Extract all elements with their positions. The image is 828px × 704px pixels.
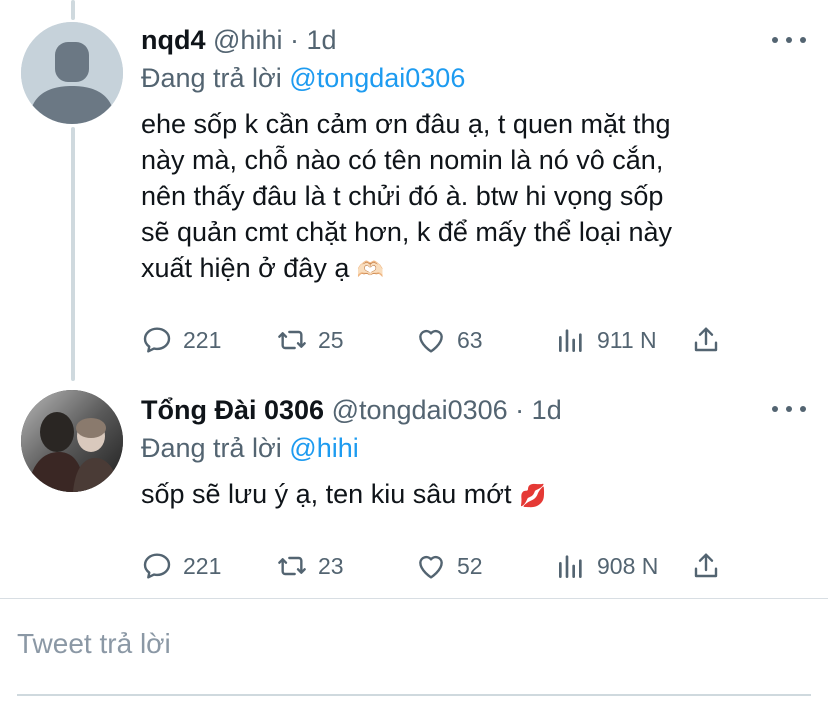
like-count: 52 bbox=[457, 552, 483, 579]
tweet-thread: nqd4 @hihi · 1d Đang trả lời @tongdai030… bbox=[0, 0, 828, 704]
views-button[interactable]: 908 N bbox=[555, 546, 658, 586]
retweet-icon bbox=[278, 330, 306, 350]
separator-dot: · bbox=[515, 395, 525, 425]
tweet[interactable]: Tổng Đài 0306 @tongdai0306 · 1d Đang trả… bbox=[0, 380, 828, 598]
tweet-text-line: sẽ quản cmt chặt hơn, k để mấy thể loại … bbox=[141, 217, 672, 247]
avatar[interactable] bbox=[21, 22, 123, 124]
thread-connector bbox=[71, 127, 75, 381]
retweet-button[interactable]: 25 bbox=[276, 320, 344, 360]
reply-count: 221 bbox=[183, 552, 222, 579]
replying-to: Đang trả lời @hihi bbox=[141, 432, 808, 464]
reply-count: 221 bbox=[183, 326, 222, 353]
handle[interactable]: @tongdai0306 bbox=[332, 395, 508, 425]
reply-button[interactable]: 221 bbox=[141, 546, 221, 586]
views-icon bbox=[559, 329, 582, 352]
like-button[interactable]: 52 bbox=[415, 546, 483, 586]
reply-icon bbox=[143, 327, 171, 353]
like-icon bbox=[419, 555, 443, 579]
reply-input[interactable]: Tweet trả lời bbox=[17, 628, 171, 660]
mention-link[interactable]: @hihi bbox=[289, 433, 358, 463]
views-button[interactable]: 911 N bbox=[555, 320, 657, 360]
more-icon[interactable] bbox=[772, 403, 806, 415]
retweet-button[interactable]: 23 bbox=[276, 546, 344, 586]
reply-input-underline bbox=[17, 694, 811, 696]
retweet-icon bbox=[278, 556, 306, 576]
like-icon bbox=[419, 329, 443, 353]
timestamp[interactable]: 1d bbox=[307, 25, 337, 55]
tweet-content: nqd4 @hihi · 1d Đang trả lời @tongdai030… bbox=[141, 24, 808, 288]
tweet-content: Tổng Đài 0306 @tongdai0306 · 1d Đang trả… bbox=[141, 394, 808, 514]
mention-link[interactable]: @tongdai0306 bbox=[289, 63, 465, 93]
like-button[interactable]: 63 bbox=[415, 320, 483, 360]
heart-hands-emoji: 🫶🏻 bbox=[356, 256, 385, 282]
replying-to-label: Đang trả lời bbox=[141, 433, 282, 463]
tweet-header: nqd4 @hihi · 1d bbox=[141, 24, 808, 56]
tweet-header: Tổng Đài 0306 @tongdai0306 · 1d bbox=[141, 394, 808, 426]
retweet-count: 25 bbox=[318, 326, 344, 353]
separator-dot: · bbox=[289, 25, 299, 55]
handle[interactable]: @hihi bbox=[213, 25, 282, 55]
tweet-text-fragment: xuất hiện ở đây ạ bbox=[141, 253, 350, 283]
display-name[interactable]: nqd4 bbox=[141, 25, 206, 55]
tweet-text-fragment: sốp sẽ lưu ý ạ, ten kiu sâu mớt bbox=[141, 479, 512, 509]
like-count: 63 bbox=[457, 326, 483, 353]
reply-button[interactable]: 221 bbox=[141, 320, 221, 360]
views-icon bbox=[559, 555, 582, 578]
share-button[interactable] bbox=[690, 546, 722, 586]
tweet-text-line: này mà, chỗ nào có tên nomin là nó vô cắ… bbox=[141, 145, 664, 175]
views-count: 911 N bbox=[597, 326, 657, 353]
tweet-text-line: sốp sẽ lưu ý ạ, ten kiu sâu mớt 💋 bbox=[141, 476, 808, 514]
share-icon bbox=[694, 327, 718, 352]
replying-to-label: Đang trả lời bbox=[141, 63, 282, 93]
more-icon[interactable] bbox=[772, 34, 806, 46]
avatar[interactable] bbox=[21, 390, 123, 492]
timestamp[interactable]: 1d bbox=[532, 395, 562, 425]
tweet[interactable]: nqd4 @hihi · 1d Đang trả lời @tongdai030… bbox=[0, 0, 828, 380]
tweet-actions: 221 25 63 911 N bbox=[141, 320, 741, 360]
retweet-count: 23 bbox=[318, 552, 344, 579]
share-icon bbox=[694, 553, 718, 578]
tweet-text-line: xuất hiện ở đây ạ 🫶🏻 bbox=[141, 250, 808, 288]
tweet-text-line: ehe sốp k cần cảm ơn đâu ạ, t quen mặt t… bbox=[141, 109, 671, 139]
views-count: 908 N bbox=[597, 552, 659, 579]
kiss-mark-emoji: 💋 bbox=[518, 482, 547, 508]
tweet-actions: 221 23 52 908 N bbox=[141, 546, 741, 586]
tweet-text: ehe sốp k cần cảm ơn đâu ạ, t quen mặt t… bbox=[141, 106, 808, 288]
photo-avatar-icon bbox=[21, 390, 123, 492]
share-button[interactable] bbox=[690, 320, 722, 360]
replying-to: Đang trả lời @tongdai0306 bbox=[141, 62, 808, 94]
tweet-text-line: nên thấy đâu là t chửi đó à. btw hi vọng… bbox=[141, 181, 664, 211]
default-avatar-icon bbox=[21, 22, 123, 124]
divider bbox=[0, 598, 828, 599]
tweet-text: sốp sẽ lưu ý ạ, ten kiu sâu mớt 💋 bbox=[141, 476, 808, 514]
display-name[interactable]: Tổng Đài 0306 bbox=[141, 395, 324, 425]
reply-icon bbox=[143, 553, 171, 579]
